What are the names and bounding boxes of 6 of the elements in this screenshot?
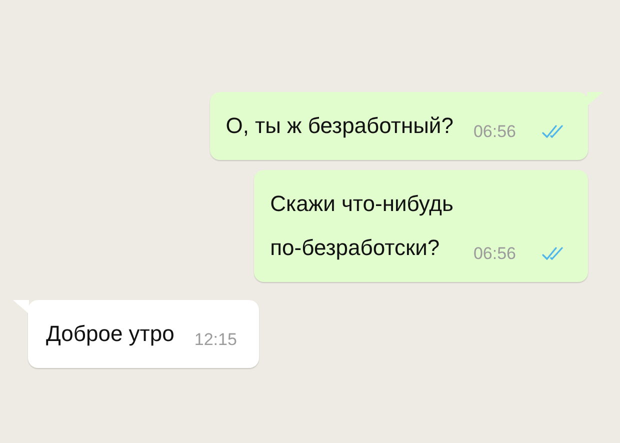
message-text: О, ты ж безработный? <box>226 112 454 140</box>
message-text: Скажи что-нибудь по-безработски? <box>270 190 454 262</box>
message-time: 12:15 <box>194 328 237 350</box>
message-time: 06:56 <box>473 242 516 264</box>
message-text: Доброе утро <box>45 320 176 348</box>
message-time: 06:56 <box>473 120 516 142</box>
